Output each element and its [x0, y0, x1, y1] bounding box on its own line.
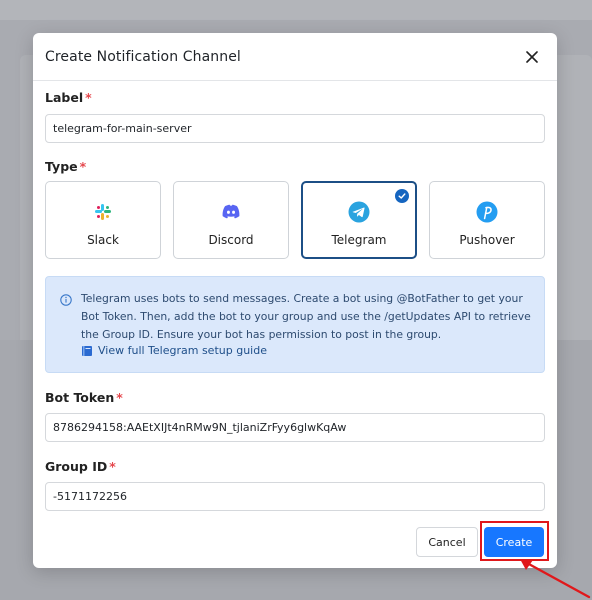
required-mark: * [79, 159, 87, 174]
type-option-telegram[interactable]: Telegram [301, 181, 417, 259]
slack-icon [95, 204, 111, 220]
dialog-header: Create Notification Channel [33, 33, 557, 81]
required-mark: * [85, 90, 92, 105]
telegram-icon [348, 201, 370, 223]
discord-icon [222, 204, 240, 219]
dialog-title: Create Notification Channel [45, 49, 241, 65]
info-text: Telegram uses bots to send messages. Cre… [81, 292, 531, 341]
setup-guide-link[interactable]: View full Telegram setup guide [81, 344, 267, 357]
group-id-field-label: Group ID * [45, 459, 116, 474]
label-field-label: Label * [45, 90, 92, 105]
close-button[interactable] [521, 46, 543, 68]
cancel-button[interactable]: Cancel [416, 527, 478, 557]
group-id-field-text: Group ID [45, 459, 108, 474]
type-option-label: Pushover [459, 233, 515, 247]
type-field-label: Type * [45, 159, 86, 174]
selected-check-badge [395, 189, 409, 203]
bot-token-field-label: Bot Token * [45, 390, 123, 405]
label-field-text: Label [45, 90, 84, 105]
telegram-info-box: Telegram uses bots to send messages. Cre… [45, 276, 545, 373]
close-icon [526, 51, 538, 63]
check-icon [398, 193, 406, 199]
background-topbar [0, 0, 592, 20]
type-option-label: Discord [208, 233, 254, 247]
setup-guide-link-text: View full Telegram setup guide [98, 344, 267, 357]
create-notification-channel-dialog: Create Notification Channel Label* Type*… [33, 33, 557, 568]
type-option-pushover[interactable]: Pushover [429, 181, 545, 259]
required-mark: * [116, 390, 123, 405]
type-option-slack[interactable]: Slack [45, 181, 161, 259]
info-icon [60, 294, 72, 306]
create-button[interactable]: Create [484, 527, 544, 557]
bot-token-field-text: Bot Token [45, 390, 115, 405]
type-option-discord[interactable]: Discord [173, 181, 289, 259]
group-id-input[interactable] [45, 482, 545, 511]
required-mark: * [109, 459, 116, 474]
pushover-icon [476, 201, 498, 223]
type-option-label: Telegram [331, 233, 387, 247]
type-option-label: Slack [87, 233, 119, 247]
type-field-text: Type [45, 159, 78, 174]
book-icon [82, 345, 92, 356]
bot-token-input[interactable] [45, 413, 545, 442]
label-input[interactable] [45, 114, 545, 143]
